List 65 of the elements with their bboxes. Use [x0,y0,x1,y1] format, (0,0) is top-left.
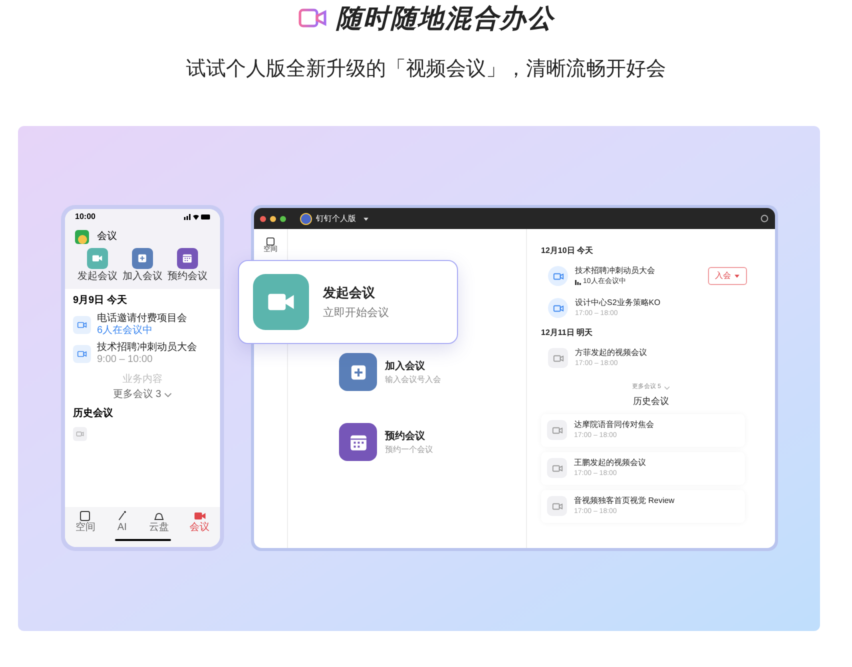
video-camera-icon [77,349,87,359]
card-title: 发起会议 [323,284,376,302]
video-camera-icon [298,7,328,29]
page-title: 随时随地混合办公 [336,2,554,34]
action-title[interactable]: 预约会议 [385,428,433,444]
start-meeting-card[interactable]: 发起会议 立即开始会议 [238,260,458,344]
action-label: 预约会议 [168,271,208,283]
meeting-title: 音视频独客首页视觉 Review [574,494,674,507]
video-camera-icon [552,500,562,512]
meeting-title[interactable]: 技术招聘冲刺动员大会 [97,342,197,354]
meeting-detail: 6人在会议中 [97,325,154,337]
video-camera-icon [552,270,564,282]
refresh-icon[interactable] [760,214,769,223]
page-subtitle: 试试个人版全新升级的「视频会议」，清晰流畅开好会 [185,57,667,82]
card-subtitle: 立即开始会议 [323,306,389,321]
home-indicator [114,539,170,541]
meeting-title: 达摩院语音同传对焦会 [574,418,654,431]
square-icon [266,237,275,246]
window-title[interactable]: 钉钉个人版 [316,212,356,224]
calendar-icon[interactable] [339,423,377,461]
section-label: 业务内容 [122,372,164,387]
tab-bar-item[interactable]: 会议 [190,510,210,533]
date-heading: 12月11日 明天 [541,327,594,339]
meeting-title[interactable]: 方菲发起的视频会议 [575,346,761,359]
action-subtitle: 输入会议号入会 [385,374,441,386]
plus-icon[interactable] [339,353,377,391]
action-title[interactable]: 加入会议 [385,358,441,374]
tab-bar-item[interactable]: 云盘 [148,510,169,533]
square-icon [79,510,92,522]
date-heading: 9月9日 今天 [73,294,128,308]
status-icons [184,214,210,220]
more-meetings-link[interactable]: 更多会议 3 [112,387,162,402]
action-subtitle: 预约一个会议 [385,444,433,456]
history-heading: 历史会议 [632,395,670,408]
video-camera-icon [552,352,564,364]
action-label: 发起会议 [78,271,118,283]
status-time: 10:00 [75,211,96,223]
video-camera-icon [552,302,564,314]
history-heading: 历史会议 [73,406,114,421]
date-heading: 12月10日 今天 [541,245,594,257]
chevron-down-icon [164,390,172,398]
tab-bar-item[interactable]: 空间 [75,510,96,533]
video-camera-icon [552,424,562,436]
caret-icon [363,216,369,222]
app-title: 会议 [97,230,117,244]
caret-icon [734,273,740,279]
meeting-title[interactable]: 技术招聘冲刺动员大会 [575,264,701,277]
video-camera-icon [76,430,84,438]
video-camera-icon [194,510,206,522]
signal-bars-icon [575,279,581,285]
action-label: 加入会议 [122,271,162,283]
chevron-down-icon [664,384,670,390]
plus-icon[interactable] [132,248,153,269]
tab-bar-item[interactable]: AI [116,510,128,533]
meeting-title[interactable]: 设计中心S2业务策略KO [575,296,761,309]
meeting-title: 王鹏发起的视频会议 [574,456,646,469]
app-logo [300,212,312,224]
video-camera-icon [77,320,87,330]
calendar-icon[interactable] [177,248,198,269]
video-camera-icon [552,462,562,474]
meeting-detail: 9:00 – 10:00 [97,354,154,366]
join-button[interactable]: 入会 [708,267,747,285]
wand-icon [116,510,128,522]
meeting-title[interactable]: 电话邀请付费项目会 [97,313,187,325]
avatar[interactable] [75,230,89,244]
